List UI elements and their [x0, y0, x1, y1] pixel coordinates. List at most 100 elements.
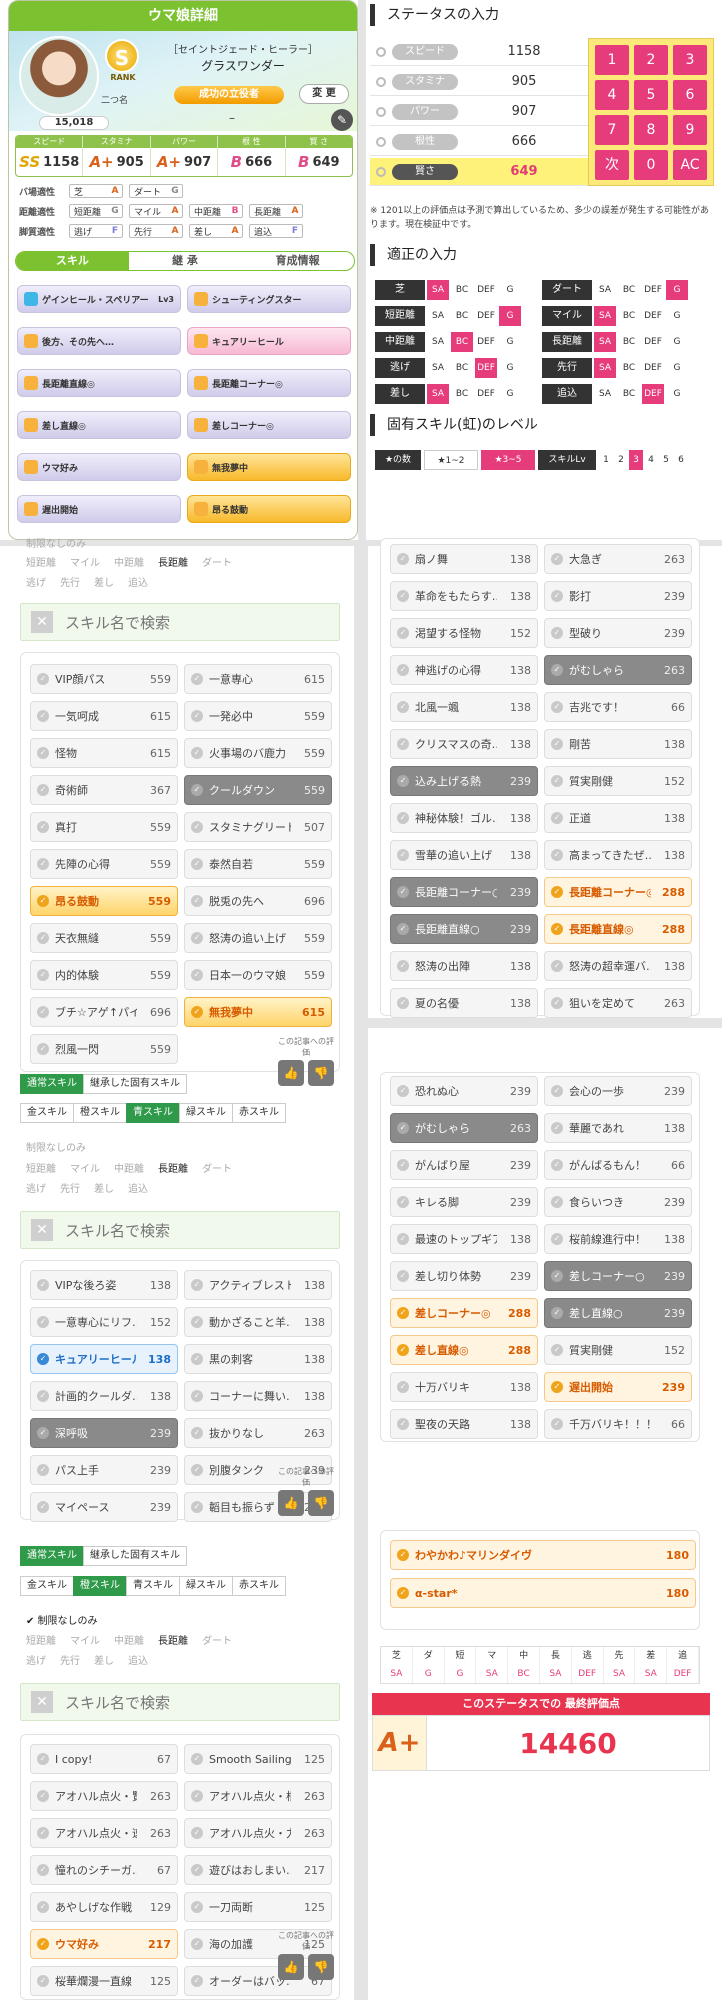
skill-item[interactable]: ✓ 食らいつき 239 [544, 1187, 692, 1217]
tab[interactable]: 継承した固有スキル [83, 1546, 187, 1566]
skill-item[interactable]: ✓ 火事場のバ鹿力 559 [184, 738, 332, 768]
skill-item[interactable]: ✓ 昂る鼓動 559 [30, 886, 178, 916]
distance-filter[interactable]: ダート [202, 558, 232, 569]
search-box[interactable]: ✕ スキル名で検索 [20, 1211, 340, 1249]
adapt-option[interactable]: SA [427, 358, 449, 378]
tab[interactable]: 緑スキル [179, 1576, 233, 1596]
skill-item[interactable]: ✓ アオハル点火・賢 263 [30, 1781, 178, 1811]
adapt-option[interactable]: G [666, 280, 688, 300]
restrict-filter[interactable]: ✔ 制限なしのみ [26, 1612, 98, 1627]
skill-item[interactable]: ✓ 型破り 239 [544, 618, 692, 648]
skill-item[interactable]: ✓ 最速のトップギア 138 [390, 1224, 538, 1254]
status-value[interactable]: 905 [458, 74, 590, 89]
skill-item[interactable]: ✓ 差し直線◎ 288 [390, 1335, 538, 1365]
adapt-option[interactable]: DEF [475, 332, 497, 352]
style-filter[interactable]: 先行 [60, 1184, 80, 1195]
adapt-option[interactable]: SA [594, 280, 616, 300]
card-skill[interactable]: 差し直線◎ [17, 411, 181, 439]
style-filter[interactable]: 差し [94, 578, 114, 589]
skill-item[interactable]: ✓ 剛苦 138 [544, 729, 692, 759]
radio-icon[interactable] [376, 76, 386, 87]
skill-item[interactable]: ✓ マイペース 239 [30, 1492, 178, 1522]
skill-item[interactable]: ✓ パス上手 239 [30, 1455, 178, 1485]
card-skill[interactable]: キュアリーヒール [187, 327, 351, 355]
skill-item[interactable]: ✓ 無我夢中 615 [184, 997, 332, 1027]
key-button[interactable]: 6 [673, 80, 707, 110]
tab[interactable]: 橙スキル [73, 1576, 127, 1596]
level-option[interactable]: 1 [599, 450, 613, 470]
adapt-option[interactable]: BC [451, 306, 473, 326]
key-button[interactable]: 5 [634, 80, 668, 110]
skill-item[interactable]: ✓ あやしげな作戦 129 [30, 1892, 178, 1922]
key-button[interactable]: 8 [634, 115, 668, 145]
style-filter[interactable]: 追込 [128, 578, 148, 589]
adapt-option[interactable]: DEF [642, 358, 664, 378]
skill-item[interactable]: ✓ 北風一颯 138 [390, 692, 538, 722]
card-skill[interactable]: シューティングスター [187, 285, 351, 313]
tab[interactable]: 青スキル [126, 1103, 180, 1123]
tab[interactable]: 金スキル [20, 1103, 74, 1123]
clear-icon[interactable]: ✕ [31, 611, 53, 633]
skill-item[interactable]: ✓ 遅出開始 239 [544, 1372, 692, 1402]
distance-filter[interactable]: ダート [202, 1636, 232, 1647]
skill-item[interactable]: ✓ 一意専心 615 [184, 664, 332, 694]
adapt-option[interactable]: BC [618, 384, 640, 404]
skill-item[interactable]: ✓ 神秘体験！ゴル… 138 [390, 803, 538, 833]
key-button[interactable]: 7 [595, 115, 629, 145]
adapt-option[interactable]: BC [451, 332, 473, 352]
skill-item[interactable]: ✓ 差しコーナー◎ 288 [390, 1298, 538, 1328]
skill-item[interactable]: ✓ 質実剛健 152 [544, 1335, 692, 1365]
skill-item[interactable]: ✓ 一気呵成 615 [30, 701, 178, 731]
tab[interactable]: 通常スキル [20, 1074, 84, 1094]
style-filter[interactable]: 先行 [60, 1656, 80, 1667]
adapt-option[interactable]: G [666, 358, 688, 378]
skill-item[interactable]: ✓ 脱兎の先へ 696 [184, 886, 332, 916]
skill-item[interactable]: ✓ 計画的クールダ… 138 [30, 1381, 178, 1411]
adapt-option[interactable]: DEF [642, 384, 664, 404]
skill-item[interactable]: ✓ 長距離直線◎ 288 [544, 914, 692, 944]
search-box[interactable]: ✕ スキル名で検索 [20, 603, 340, 641]
adapt-option[interactable]: DEF [475, 280, 497, 300]
skill-item[interactable]: ✓ 深呼吸 239 [30, 1418, 178, 1448]
card-skill[interactable]: 長距離直線◎ [17, 369, 181, 397]
distance-filter[interactable]: 短距離 [26, 1164, 56, 1175]
skill-item[interactable]: ✓ 雪華の追い上げ 138 [390, 840, 538, 870]
skill-item[interactable]: ✓ VIP顔パス 559 [30, 664, 178, 694]
skill-item[interactable]: ✓ 泰然自若 559 [184, 849, 332, 879]
key-button[interactable]: 2 [634, 45, 668, 75]
status-row[interactable]: パワー 907 [370, 98, 590, 126]
distance-filter[interactable]: 長距離 [158, 1164, 188, 1175]
card-skill[interactable]: 昂る鼓動 [187, 495, 351, 523]
key-button[interactable]: 次 [595, 150, 629, 180]
style-filter[interactable]: 追込 [128, 1184, 148, 1195]
skill-item[interactable]: ✓ 大急ぎ 263 [544, 544, 692, 574]
restrict-filter[interactable]: 制限なしのみ [26, 535, 86, 550]
skill-item[interactable]: ✓ 差し直線○ 239 [544, 1298, 692, 1328]
skill-item[interactable]: ✓ がむしゃら 263 [390, 1113, 538, 1143]
adapt-option[interactable]: SA [427, 384, 449, 404]
distance-filter[interactable]: マイル [70, 1164, 100, 1175]
skill-item[interactable]: ✓ クールダウン 559 [184, 775, 332, 805]
skill-item[interactable]: ✓ アオハル点火・根 263 [184, 1781, 332, 1811]
skill-item[interactable]: ✓ アオハル点火・力 263 [184, 1818, 332, 1848]
skill-item[interactable]: ✓ 千万バリキ！！！ 66 [544, 1409, 692, 1439]
adapt-option[interactable]: G [499, 280, 521, 300]
distance-filter[interactable]: 中距離 [114, 558, 144, 569]
level-option[interactable]: 4 [644, 450, 658, 470]
adapt-option[interactable]: BC [618, 358, 640, 378]
skill-item[interactable]: ✓ 長距離コーナー○ 239 [390, 877, 538, 907]
skill-item[interactable]: ✓ 正道 138 [544, 803, 692, 833]
tab[interactable]: 緑スキル [179, 1103, 233, 1123]
key-button[interactable]: AC [673, 150, 707, 180]
star-option[interactable]: ★1~2 [424, 450, 478, 470]
skill-item[interactable]: ✓ 遊びはおしまい… 217 [184, 1855, 332, 1885]
radio-icon[interactable] [376, 166, 386, 177]
skill-item[interactable]: ✓ 長距離直線○ 239 [390, 914, 538, 944]
status-row[interactable]: スピード 1158 [370, 38, 590, 66]
tab[interactable]: 赤スキル [232, 1103, 286, 1123]
status-row[interactable]: 根性 666 [370, 128, 590, 156]
card-skill[interactable]: ゲインヒール・スペリアー Lv3 [17, 285, 181, 313]
search-box[interactable]: ✕ スキル名で検索 [20, 1683, 340, 1721]
skill-item[interactable]: ✓ 影打 239 [544, 581, 692, 611]
adapt-option[interactable]: DEF [475, 358, 497, 378]
